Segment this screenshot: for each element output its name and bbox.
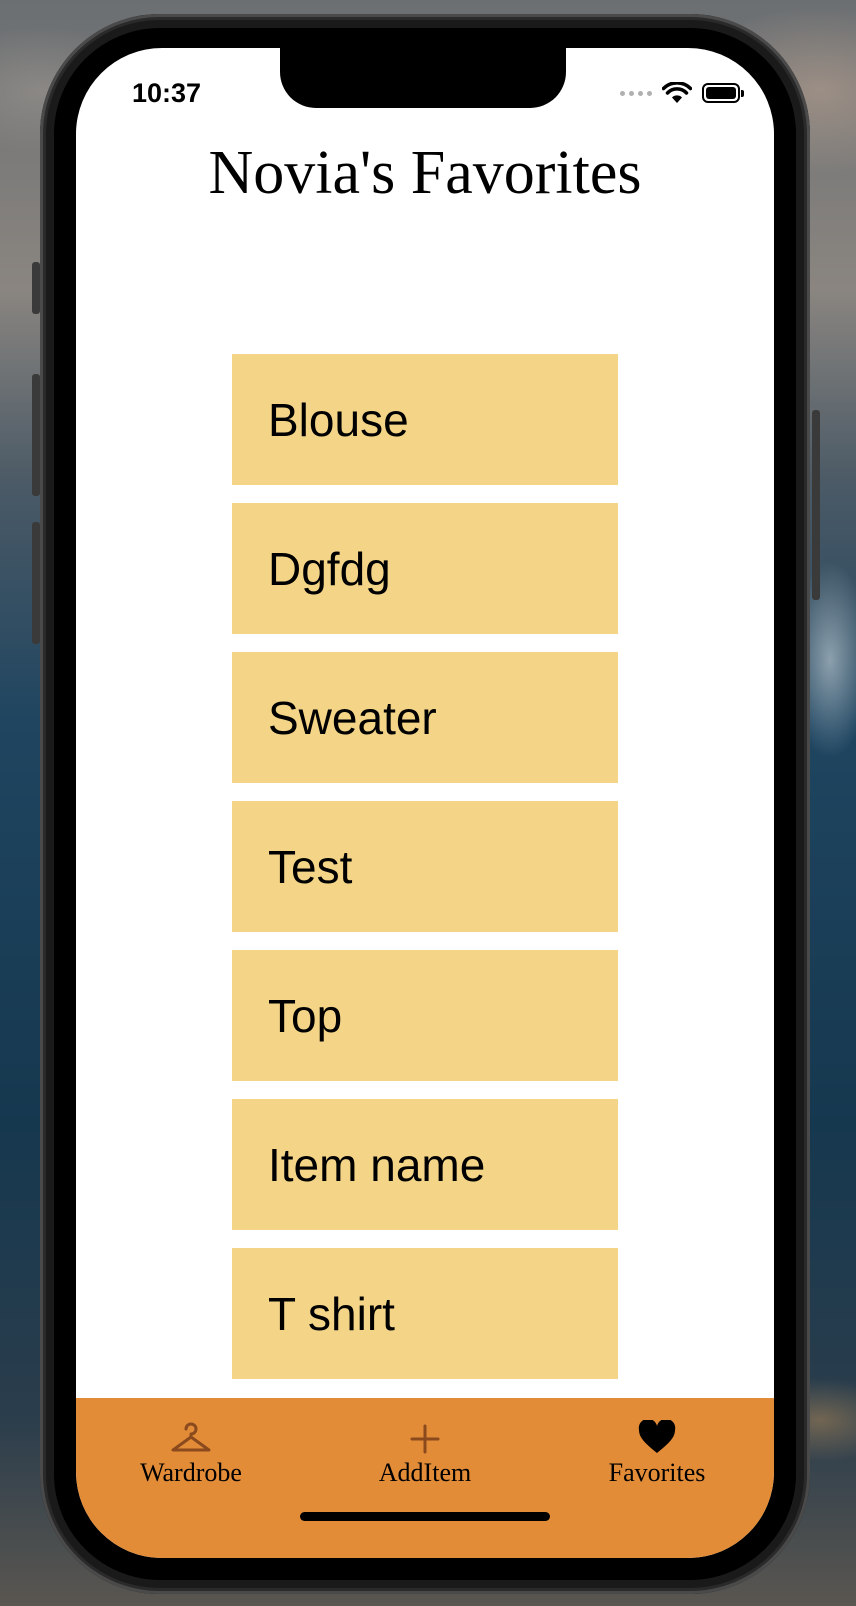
favorite-item-label: T shirt	[268, 1287, 395, 1340]
favorite-item[interactable]: Top	[232, 950, 618, 1081]
favorite-item[interactable]: Blouse	[232, 354, 618, 485]
tab-additem[interactable]: AddItem	[325, 1414, 525, 1488]
silent-switch	[32, 262, 40, 314]
tab-favorites-label: Favorites	[608, 1458, 706, 1487]
favorites-list: Blouse Dgfdg Sweater Test Top Item name …	[232, 354, 618, 1397]
tab-wardrobe-label: Wardrobe	[140, 1458, 242, 1487]
favorite-item-label: Item name	[268, 1138, 486, 1191]
tab-additem-label: AddItem	[378, 1458, 472, 1487]
favorite-item-label: Top	[268, 989, 343, 1042]
favorite-item-label: Blouse	[268, 393, 409, 446]
status-icons	[620, 80, 744, 106]
page-title: Novia's Favorites	[208, 139, 642, 207]
favorite-item-label: Dgfdg	[268, 542, 391, 595]
power-button	[812, 410, 820, 600]
status-time: 10:37	[132, 78, 202, 108]
favorite-item-label: Test	[268, 840, 353, 893]
wifi-icon	[662, 82, 692, 103]
favorite-item[interactable]: Sweater	[232, 652, 618, 783]
volume-down-button	[32, 522, 40, 644]
favorite-item[interactable]: Dgfdg	[232, 503, 618, 634]
favorite-item[interactable]: Item name	[232, 1099, 618, 1230]
hanger-icon	[171, 1422, 211, 1452]
battery-icon	[702, 83, 744, 103]
favorite-item[interactable]: T shirt	[232, 1248, 618, 1379]
tab-favorites[interactable]: Favorites	[557, 1414, 757, 1488]
heart-icon	[638, 1420, 676, 1453]
cellular-signal-icon	[620, 90, 652, 96]
favorite-item-label: Sweater	[268, 691, 437, 744]
volume-up-button	[32, 374, 40, 496]
tab-wardrobe[interactable]: Wardrobe	[91, 1414, 291, 1488]
favorite-item[interactable]: Test	[232, 801, 618, 932]
plus-icon	[410, 1424, 440, 1454]
home-indicator[interactable]	[300, 1512, 550, 1521]
app-screen: 10:37 Novia's Favorites Blouse Dgfdg Swe…	[76, 48, 774, 1558]
tab-bar: Wardrobe AddItem Favorites	[76, 1398, 774, 1558]
notch	[280, 48, 566, 108]
